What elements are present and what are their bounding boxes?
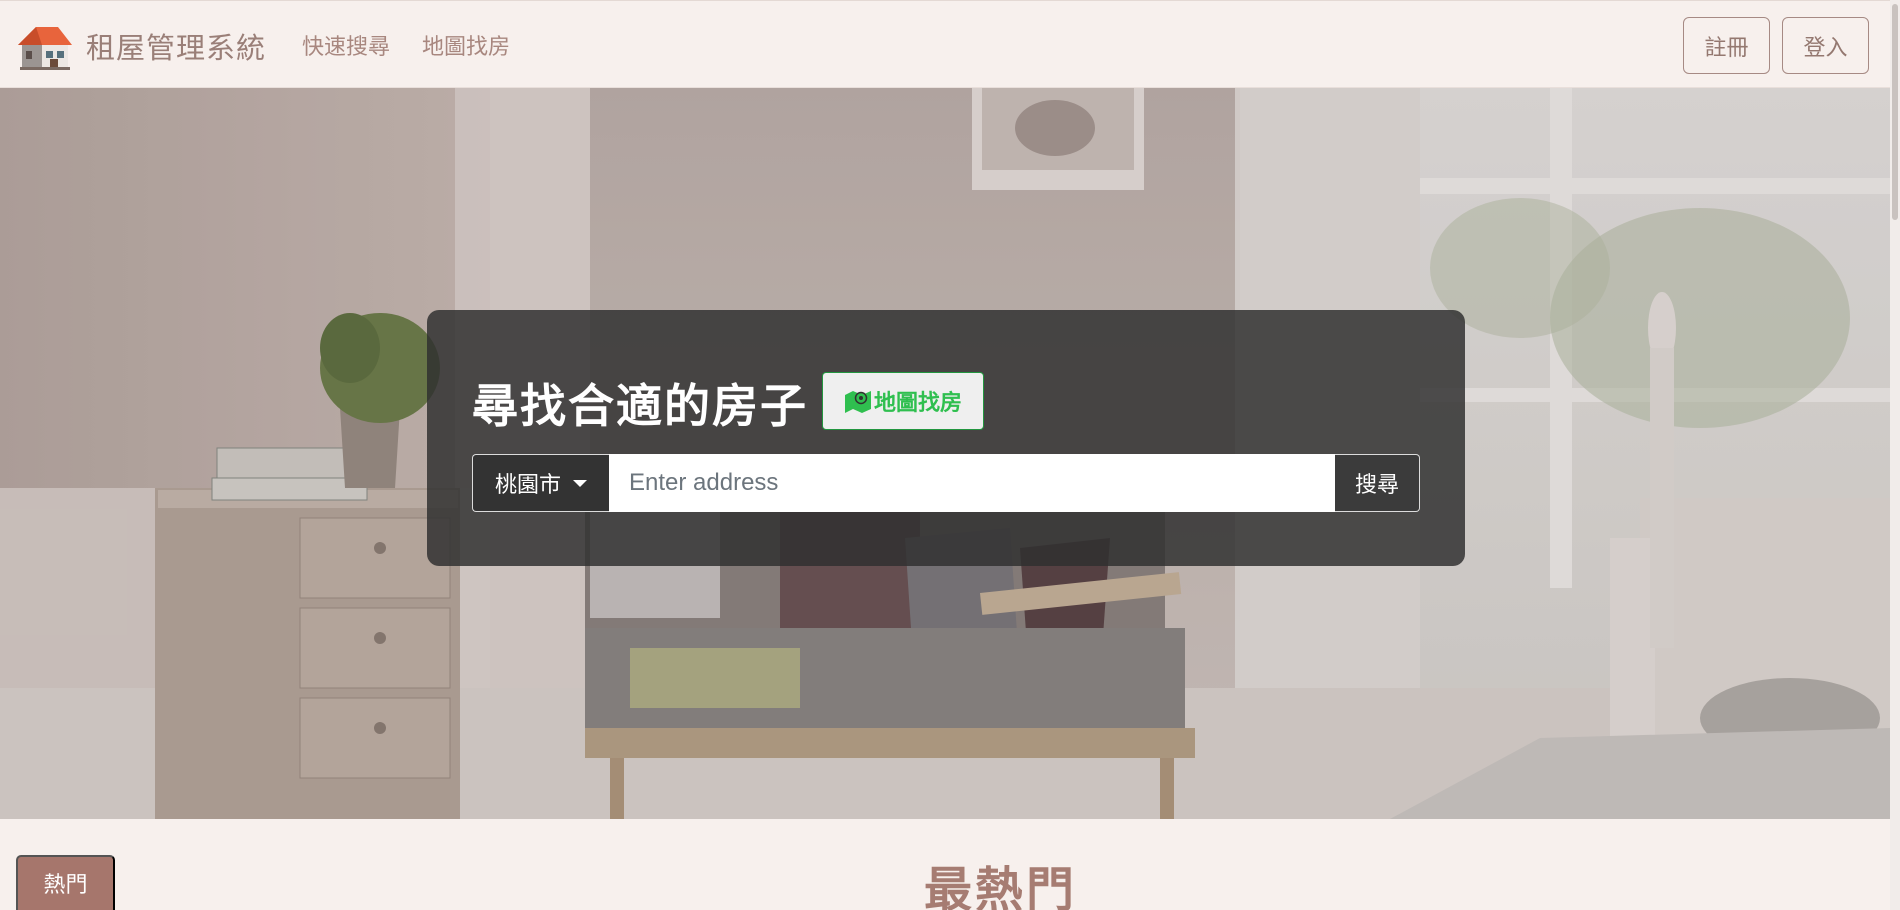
- page-scrollbar[interactable]: [1890, 0, 1900, 910]
- hero-section: 尋找合適的房子 地圖找房 桃園市 搜尋: [0, 88, 1890, 819]
- city-dropdown-value: 桃園市: [494, 473, 561, 498]
- search-button[interactable]: 搜尋: [1335, 454, 1420, 512]
- hero-heading: 尋找合適的房子: [472, 379, 808, 433]
- scrollbar-thumb[interactable]: [1892, 4, 1898, 220]
- nav-link-map-search[interactable]: 地圖找房: [422, 29, 510, 61]
- address-input[interactable]: [609, 454, 1335, 512]
- search-panel: 尋找合適的房子 地圖找房 桃園市 搜尋: [427, 310, 1465, 566]
- brand-title: 租屋管理系統: [86, 31, 267, 65]
- search-bar: 桃園市 搜尋: [472, 454, 1420, 512]
- popular-section-title: 最熱門: [924, 862, 1078, 910]
- map-search-button-label: 地圖找房: [873, 390, 962, 415]
- navbar: 租屋管理系統 快速搜尋 地圖找房 註冊 登入: [0, 0, 1900, 88]
- register-button[interactable]: 註冊: [1683, 17, 1770, 74]
- caret-down-icon: [573, 479, 587, 487]
- brand[interactable]: 租屋管理系統: [14, 21, 266, 71]
- house-logo-icon: [18, 27, 72, 70]
- city-dropdown[interactable]: 桃園市: [472, 454, 609, 512]
- map-search-button[interactable]: 地圖找房: [822, 372, 984, 430]
- popular-tab-button[interactable]: 熱門: [16, 855, 115, 910]
- map-marker-icon: [844, 391, 871, 413]
- nav-link-quick-search[interactable]: 快速搜尋: [302, 29, 390, 61]
- login-button[interactable]: 登入: [1782, 17, 1869, 74]
